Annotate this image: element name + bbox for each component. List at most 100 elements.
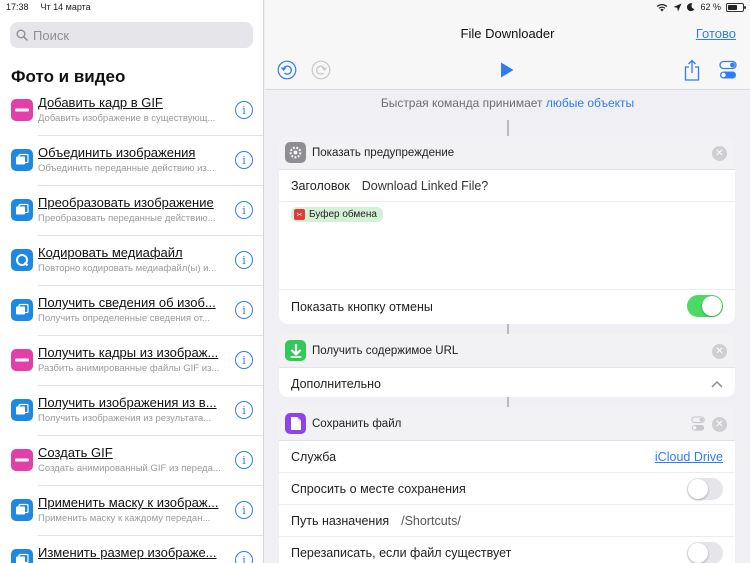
info-icon[interactable]: i xyxy=(235,401,253,419)
redo-icon xyxy=(311,60,331,80)
action-list-item[interactable]: Применить маску к изображ... Применить ма… xyxy=(0,486,263,536)
action-texts: Получить кадры из изображ... Разбить аним… xyxy=(38,345,228,374)
card-settings-button[interactable] xyxy=(691,416,705,437)
redo-button[interactable] xyxy=(311,60,331,80)
battery-icon xyxy=(726,2,746,12)
remove-action-button[interactable]: ✕ xyxy=(712,344,727,359)
photos-icon xyxy=(11,499,33,521)
search-input[interactable] xyxy=(33,27,233,43)
overwrite-toggle[interactable] xyxy=(687,542,723,563)
show-cancel-toggle[interactable] xyxy=(687,295,723,317)
url-action-icon xyxy=(285,340,306,361)
action-list-item[interactable]: Преобразовать изображение Преобразовать п… xyxy=(0,186,263,236)
photos-icon xyxy=(11,149,33,171)
photos-icon xyxy=(11,299,33,321)
action-title[interactable]: Преобразовать изображение xyxy=(38,195,228,210)
gif-icon xyxy=(11,449,33,471)
info-icon[interactable]: i xyxy=(235,101,253,119)
action-title[interactable]: Объединить изображения xyxy=(38,145,228,160)
editor-panel: File Downloader Готово Быстрая команда п… xyxy=(265,0,750,563)
alert-title-row[interactable]: Заголовок Download Linked File? xyxy=(279,170,735,202)
action-title[interactable]: Получить сведения об изоб... xyxy=(38,295,228,310)
info-icon[interactable]: i xyxy=(235,451,253,469)
section-title: Фото и видео xyxy=(11,67,126,86)
action-list-item[interactable]: Изменить размер изображе...Изменить разм… xyxy=(0,536,263,563)
field-label: Показать кнопку отмены xyxy=(291,299,433,314)
action-title[interactable]: Получить кадры из изображ... xyxy=(38,345,228,360)
action-description: Разбить анимированные файлы GIF из... xyxy=(38,363,220,374)
gear-icon xyxy=(289,146,302,159)
field-label: Дополнительно xyxy=(291,377,381,391)
quicktime-icon xyxy=(11,249,33,271)
destination-path-row[interactable]: Путь назначения /Shortcuts/ xyxy=(279,505,735,537)
document-icon xyxy=(290,417,301,430)
action-texts: Создать GIF Создать анимированный GIF из … xyxy=(38,445,228,474)
action-title[interactable]: Получить изображения из в... xyxy=(38,395,228,410)
info-icon[interactable]: i xyxy=(235,551,253,563)
action-title[interactable]: Создать GIF xyxy=(38,445,228,460)
action-description: Создать анимированный GIF из переда... xyxy=(38,463,221,474)
flow-connector xyxy=(507,120,509,136)
action-list-item[interactable]: Создать GIF Создать анимированный GIF из … xyxy=(0,436,263,486)
info-icon[interactable]: i xyxy=(235,501,253,519)
info-icon[interactable]: i xyxy=(235,251,253,269)
action-description: Получить изображения из результата... xyxy=(38,413,212,424)
action-texts: Применить маску к изображ... Применить ма… xyxy=(38,495,228,524)
card-title: Сохранить файл xyxy=(312,417,402,430)
save-action-icon xyxy=(285,413,306,434)
action-list-item[interactable]: Кодировать медиафайл Повторно кодировать … xyxy=(0,236,263,286)
navigation-bar: File Downloader Готово xyxy=(265,0,750,90)
action-description: Повторно кодировать медиафайл(ы) и... xyxy=(38,263,217,274)
remove-action-button[interactable]: ✕ xyxy=(712,146,727,161)
destination-path-value[interactable]: /Shortcuts/ xyxy=(401,514,461,528)
action-list-item[interactable]: Получить кадры из изображ... Разбить аним… xyxy=(0,336,263,386)
actions-sidebar: Фото и видео Добавить кадр в GIFДобавить… xyxy=(0,0,264,563)
run-button[interactable] xyxy=(498,61,516,79)
search-bar[interactable] xyxy=(10,22,253,48)
action-title[interactable]: Добавить кадр в GIF xyxy=(38,95,228,110)
show-alert-card: Показать предупреждение ✕ Заголовок Down… xyxy=(279,136,735,324)
info-icon[interactable]: i xyxy=(235,351,253,369)
alert-title-value[interactable]: Download Linked File? xyxy=(362,179,488,193)
card-header: Показать предупреждение ✕ xyxy=(279,136,735,170)
service-picker[interactable]: iCloud Drive xyxy=(655,450,723,464)
card-title: Показать предупреждение xyxy=(312,146,455,159)
undo-icon xyxy=(277,60,297,80)
advanced-row[interactable]: Дополнительно xyxy=(279,368,735,397)
action-list-item[interactable]: Объединить изображения Объединить передан… xyxy=(0,136,263,186)
action-list: Добавить кадр в GIF Добавить изображение … xyxy=(0,86,263,563)
card-header: Сохранить файл ✕ xyxy=(279,407,735,441)
search-icon xyxy=(16,29,28,41)
action-texts: Преобразовать изображение Преобразовать п… xyxy=(38,195,228,224)
toggle-knob xyxy=(688,543,708,563)
clipboard-variable-chip[interactable]: ✂ Буфер обмена xyxy=(291,207,383,222)
info-icon[interactable]: i xyxy=(235,201,253,219)
banner-input-link[interactable]: любые объекты xyxy=(546,96,634,110)
remove-action-button[interactable]: ✕ xyxy=(712,417,727,432)
action-texts: Получить сведения об изоб... Получить опр… xyxy=(38,295,228,324)
banner-text: Быстрая команда принимает xyxy=(380,96,546,110)
settings-button[interactable] xyxy=(718,60,738,80)
get-url-contents-card: Получить содержимое URL ✕ Дополнительно xyxy=(279,334,735,397)
action-list-item[interactable]: Получить сведения об изоб... Получить опр… xyxy=(0,286,263,336)
action-title[interactable]: Изменить размер изображе... xyxy=(38,545,228,560)
field-label: Заголовок xyxy=(291,178,350,193)
info-icon[interactable]: i xyxy=(235,301,253,319)
field-label: Путь назначения xyxy=(291,513,390,528)
action-texts: Объединить изображения Объединить передан… xyxy=(38,145,228,174)
alert-message-row[interactable]: ✂ Буфер обмена xyxy=(279,202,735,290)
action-list-item[interactable]: Добавить кадр в GIF Добавить изображение … xyxy=(0,86,263,136)
action-title[interactable]: Кодировать медиафайл xyxy=(38,245,228,260)
action-list-item[interactable]: Получить изображения из в... Получить изо… xyxy=(0,386,263,436)
close-icon: ✕ xyxy=(715,346,724,357)
info-icon[interactable]: i xyxy=(235,151,253,169)
share-button[interactable] xyxy=(683,58,701,82)
ask-where-toggle[interactable] xyxy=(687,478,723,500)
undo-button[interactable] xyxy=(277,60,297,80)
close-icon: ✕ xyxy=(715,148,724,159)
overwrite-row: Перезаписать, если файл существует xyxy=(279,537,735,563)
moon-icon xyxy=(687,3,695,11)
action-title[interactable]: Применить маску к изображ... xyxy=(38,495,228,510)
action-description: Применить маску к каждому передан... xyxy=(38,513,211,524)
done-button[interactable]: Готово xyxy=(696,26,736,41)
